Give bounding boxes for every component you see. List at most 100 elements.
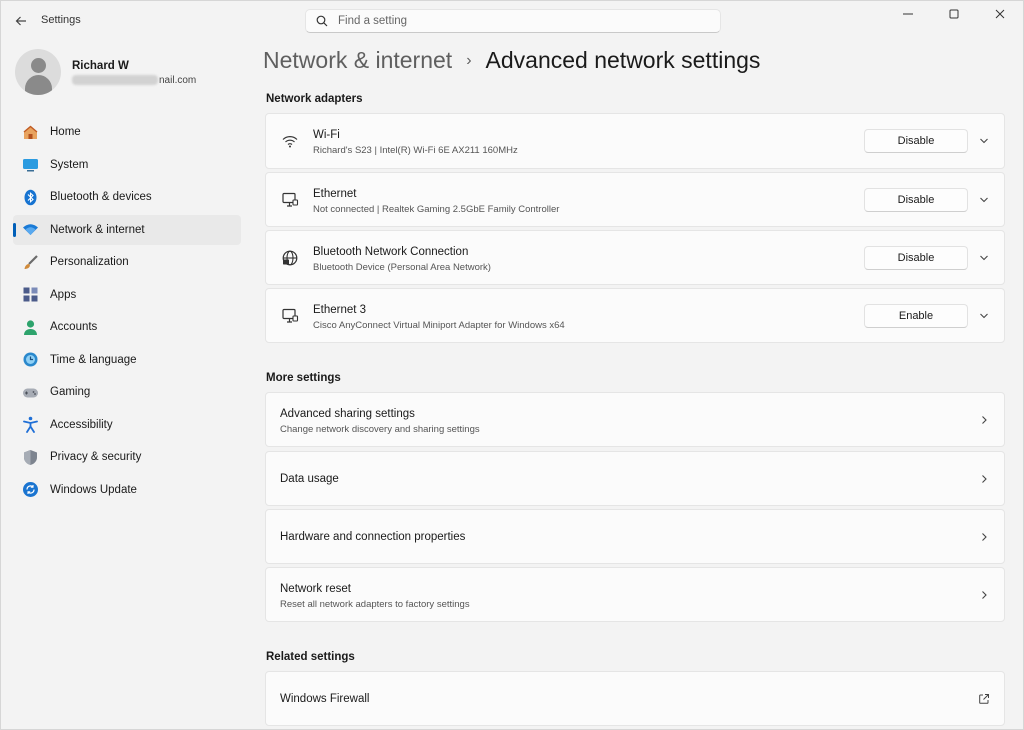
sidebar-item-system[interactable]: System — [13, 150, 241, 180]
adapter-ethernet3-card[interactable]: Ethernet 3 Cisco AnyConnect Virtual Mini… — [265, 288, 1005, 343]
breadcrumb-separator: › — [466, 51, 472, 69]
adapter-name: Ethernet 3 — [313, 304, 367, 316]
enable-button[interactable]: Enable — [864, 303, 968, 328]
sidebar-item-label: Network & internet — [50, 223, 145, 236]
sidebar-item-accessibility[interactable]: Accessibility — [13, 410, 241, 440]
sidebar-item-label: Accessibility — [50, 418, 113, 431]
sidebar-item-label: Time & language — [50, 353, 137, 366]
sidebar-item-home[interactable]: Home — [13, 117, 241, 147]
wifi-icon — [22, 221, 39, 238]
apps-icon — [22, 286, 39, 303]
adapter-detail: Not connected | Realtek Gaming 2.5GbE Fa… — [313, 204, 560, 215]
ethernet-adapter-icon — [280, 306, 300, 326]
adapter-wifi-card[interactable]: Wi-Fi Richard's S23 | Intel(R) Wi-Fi 6E … — [265, 113, 1005, 169]
item-title: Hardware and connection properties — [280, 531, 466, 543]
user-email: nail.com — [72, 75, 196, 86]
chevron-down-icon[interactable] — [976, 308, 992, 324]
brush-icon — [22, 254, 39, 271]
search-box[interactable] — [305, 9, 721, 33]
sidebar-item-time-language[interactable]: Time & language — [13, 345, 241, 375]
sidebar-item-bluetooth[interactable]: Bluetooth & devices — [13, 182, 241, 212]
item-subtitle: Change network discovery and sharing set… — [280, 424, 480, 435]
sidebar-nav: Home System Bluetooth & devices Network … — [13, 117, 241, 507]
chevron-down-icon[interactable] — [976, 192, 992, 208]
close-button[interactable] — [977, 1, 1023, 27]
breadcrumb-parent[interactable]: Network & internet — [263, 47, 452, 74]
page-title: Advanced network settings — [485, 47, 761, 73]
sidebar-item-gaming[interactable]: Gaming — [13, 377, 241, 407]
item-title: Network reset — [280, 583, 351, 595]
search-input[interactable] — [338, 15, 698, 27]
shield-icon — [22, 449, 39, 466]
disable-button[interactable]: Disable — [864, 245, 968, 270]
gaming-icon — [22, 384, 39, 401]
ethernet-adapter-icon — [280, 190, 300, 210]
sidebar-item-accounts[interactable]: Accounts — [13, 312, 241, 342]
adapter-bluetooth-card[interactable]: Bluetooth Network Connection Bluetooth D… — [265, 230, 1005, 285]
maximize-icon — [949, 9, 959, 19]
back-arrow-icon — [15, 16, 26, 26]
user-profile[interactable]: Richard W nail.com — [15, 49, 245, 101]
advanced-sharing-settings-item[interactable]: Advanced sharing settings Change network… — [265, 392, 1005, 447]
section-title-related: Related settings — [266, 651, 355, 663]
hardware-connection-properties-item[interactable]: Hardware and connection properties — [265, 509, 1005, 564]
home-icon — [22, 124, 39, 141]
accessibility-icon — [22, 416, 39, 433]
chevron-right-icon — [976, 471, 992, 487]
item-title: Advanced sharing settings — [280, 408, 415, 420]
sidebar-item-privacy[interactable]: Privacy & security — [13, 442, 241, 472]
adapter-name: Wi-Fi — [313, 129, 340, 141]
chevron-right-icon — [976, 529, 992, 545]
adapter-name: Bluetooth Network Connection — [313, 246, 469, 258]
chevron-right-icon — [976, 587, 992, 603]
sidebar-item-label: System — [50, 158, 89, 171]
disable-button[interactable]: Disable — [864, 187, 968, 212]
disable-button[interactable]: Disable — [864, 129, 968, 153]
network-reset-item[interactable]: Network reset Reset all network adapters… — [265, 567, 1005, 622]
maximize-button[interactable] — [931, 1, 977, 27]
title-bar: Settings — [1, 1, 1023, 41]
sidebar-item-personalization[interactable]: Personalization — [13, 247, 241, 277]
adapter-name: Ethernet — [313, 188, 357, 200]
adapter-detail: Bluetooth Device (Personal Area Network) — [313, 262, 491, 273]
windows-firewall-item[interactable]: Windows Firewall — [265, 671, 1005, 726]
sidebar-item-label: Accounts — [50, 321, 98, 333]
data-usage-item[interactable]: Data usage — [265, 451, 1005, 506]
avatar — [15, 49, 61, 95]
sidebar-item-label: Bluetooth & devices — [50, 191, 152, 203]
accounts-icon — [22, 319, 39, 336]
breadcrumb: Network & internet › Advanced network se… — [263, 47, 760, 74]
item-title: Windows Firewall — [280, 693, 370, 705]
adapter-detail: Cisco AnyConnect Virtual Miniport Adapte… — [313, 320, 565, 331]
minimize-icon — [903, 13, 913, 15]
adapter-detail: Richard's S23 | Intel(R) Wi-Fi 6E AX211 … — [313, 145, 518, 156]
close-icon — [995, 9, 1005, 19]
item-title: Data usage — [280, 473, 339, 485]
globe-adapter-icon — [280, 248, 300, 268]
sidebar-item-label: Apps — [50, 288, 77, 301]
sidebar-item-label: Windows Update — [50, 483, 137, 496]
search-icon — [316, 15, 328, 27]
item-subtitle: Reset all network adapters to factory se… — [280, 599, 470, 610]
chevron-down-icon[interactable] — [976, 133, 992, 149]
adapter-ethernet-card[interactable]: Ethernet Not connected | Realtek Gaming … — [265, 172, 1005, 227]
sidebar-item-network[interactable]: Network & internet — [13, 214, 241, 245]
system-icon — [22, 156, 39, 173]
external-link-icon — [976, 691, 992, 707]
minimize-button[interactable] — [885, 1, 931, 27]
sidebar-item-label: Home — [50, 126, 81, 138]
email-redaction — [72, 75, 158, 86]
back-button[interactable] — [9, 9, 33, 33]
bluetooth-icon — [22, 189, 39, 206]
sidebar-item-windows-update[interactable]: Windows Update — [13, 475, 241, 505]
section-title-adapters: Network adapters — [266, 93, 363, 105]
sidebar-item-apps[interactable]: Apps — [13, 280, 241, 310]
sidebar-item-label: Privacy & security — [50, 451, 142, 463]
user-name: Richard W — [72, 60, 129, 72]
app-title: Settings — [41, 14, 81, 26]
window-controls — [885, 1, 1023, 27]
sidebar-item-label: Gaming — [50, 386, 91, 398]
chevron-down-icon[interactable] — [976, 250, 992, 266]
wifi-adapter-icon — [280, 131, 300, 151]
section-title-more: More settings — [266, 372, 341, 384]
